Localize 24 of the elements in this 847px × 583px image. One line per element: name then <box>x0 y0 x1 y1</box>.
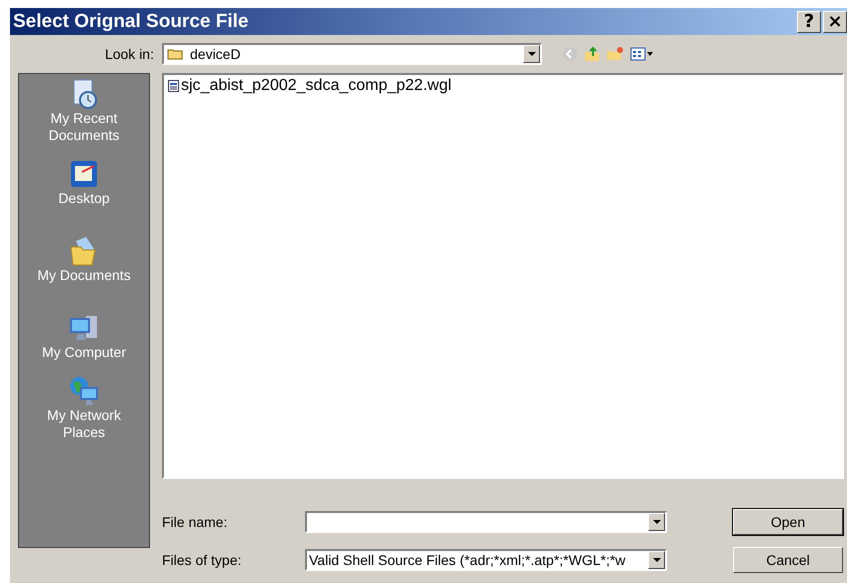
file-name-label: File name: <box>162 514 228 530</box>
new-folder-icon[interactable] <box>606 46 624 62</box>
file-name-field[interactable] <box>305 511 667 533</box>
place-item[interactable]: My Computer <box>19 310 149 373</box>
file-type-label: Files of type: <box>162 552 242 568</box>
folder-icon <box>167 48 183 60</box>
look-in-label: Look in: <box>104 46 155 62</box>
cancel-button[interactable]: Cancel <box>733 547 843 573</box>
help-button[interactable]: ? <box>797 10 821 32</box>
file-type-dropdown[interactable]: Valid Shell Source Files (*adr;*xml;*.atp*;*WGL*;*w <box>305 549 667 571</box>
close-button[interactable]: × <box>823 10 847 32</box>
up-folder-icon[interactable] <box>584 46 600 62</box>
view-menu-icon[interactable] <box>630 46 654 62</box>
file-icon <box>168 80 179 92</box>
place-item[interactable]: My Network Places <box>19 373 149 453</box>
look-in-dropdown[interactable]: deviceD <box>162 43 542 65</box>
file-item[interactable]: sjc_abist_p2002_sdca_comp_p22.wgl <box>166 77 454 95</box>
place-item[interactable]: My Recent Documents <box>19 76 149 156</box>
window-title: Select Orignal Source File <box>13 10 248 32</box>
globe-computer-icon <box>68 375 100 407</box>
place-item[interactable]: Desktop <box>19 156 149 233</box>
place-item[interactable]: My Documents <box>19 233 149 310</box>
open-button[interactable]: Open <box>733 509 843 535</box>
desktop-icon <box>68 158 100 190</box>
